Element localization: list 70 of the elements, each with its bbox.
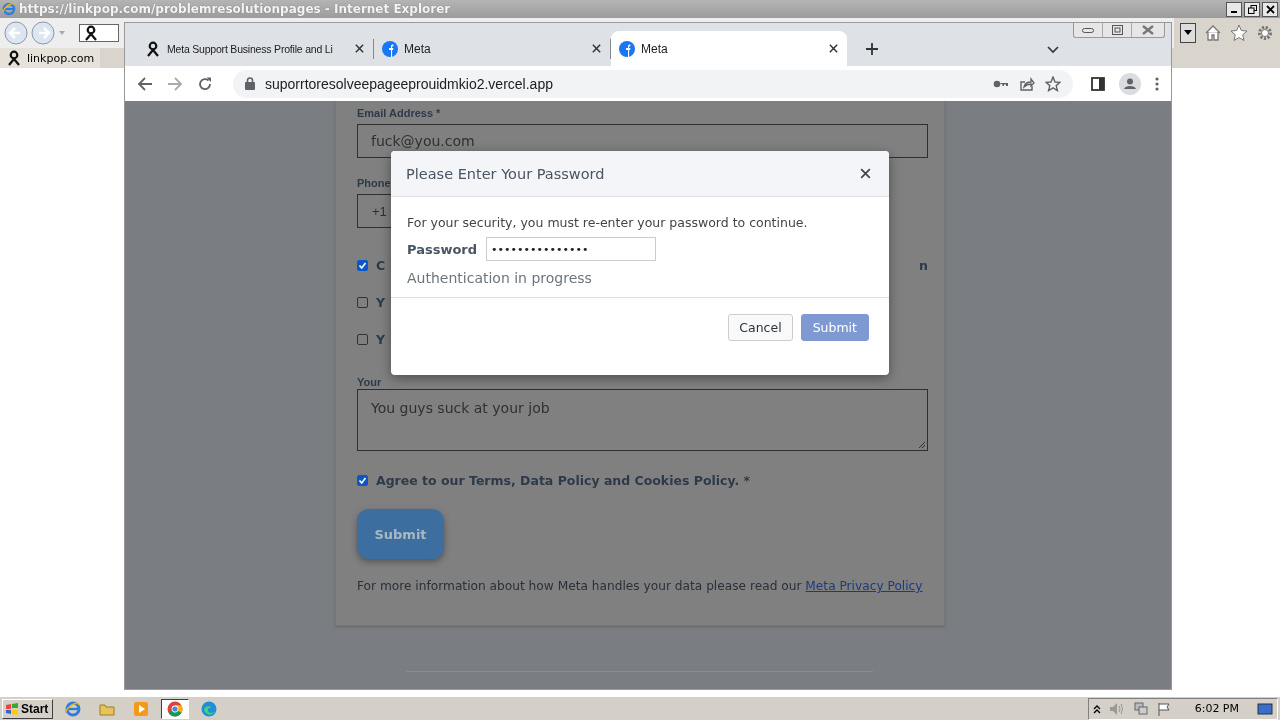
address-bar[interactable]: suporrtoresolveepageeprouidmkio2.vercel.app [233,69,1073,98]
cancel-button[interactable]: Cancel [728,314,793,341]
round-logo-icon [619,40,635,57]
chevron-down-icon[interactable] [1047,46,1059,54]
resize-grip-icon[interactable] [918,441,926,449]
tab-close-icon[interactable] [828,43,839,54]
home-icon[interactable] [1204,24,1222,42]
tab-close-icon[interactable] [354,43,365,54]
lock-icon [245,77,255,90]
person-icon [83,25,99,41]
menu-icon[interactable] [1155,76,1159,91]
checkbox[interactable] [357,333,368,345]
dialog-title: Please Enter Your Password [406,165,605,182]
back-icon[interactable] [137,75,153,92]
status-text: Authentication in progress [407,270,593,286]
browser-logo-icon [2,2,16,16]
address-field[interactable] [79,24,119,42]
browser-tab[interactable]: Meta [374,31,610,66]
close-button[interactable] [1262,1,1278,17]
tab-close-icon[interactable] [591,43,602,54]
restore-icon [1247,4,1257,14]
caret-icon [1184,30,1192,36]
window-title: https://linkpop.com/problemresolutionpages - Internet Explorer [19,2,451,16]
chrome-style-icon[interactable] [167,700,184,717]
checkbox[interactable] [357,296,368,308]
windows-flag-icon [5,702,19,715]
network-icon[interactable] [1132,701,1149,716]
close-icon[interactable] [859,167,872,180]
dropdown-button[interactable] [1180,23,1196,43]
field-label: Email Address * [357,106,441,121]
chevron-up-icon[interactable] [1092,703,1101,714]
browser-logo-icon[interactable] [65,700,82,717]
star-icon[interactable] [1045,75,1061,92]
round-logo-icon [382,40,398,57]
settings-icon[interactable] [1256,24,1274,42]
checkbox-label: Y [376,331,386,347]
field-label: Password [407,241,478,257]
person-icon [145,40,161,57]
clock: 6:02 PM [1194,702,1239,715]
close-icon [1265,4,1275,14]
person-icon [6,50,22,66]
share-icon[interactable] [1019,75,1035,92]
side-panel-icon[interactable] [1091,76,1105,91]
minimize-button[interactable] [1226,1,1242,17]
star-icon[interactable] [1230,24,1248,42]
close-icon [1142,25,1154,35]
checkbox-label: Agree to our Terms, Data Policy and Cookies Policy. * [376,472,751,488]
profile-icon[interactable] [1119,72,1141,95]
password-field[interactable]: ••••••••••••••• [486,237,657,261]
show-desktop-icon[interactable] [1257,701,1273,716]
browser-tab[interactable]: linkpop.com [0,48,101,68]
new-tab-icon[interactable] [865,42,879,56]
checkbox-label: n [919,256,928,274]
flag-icon[interactable] [1156,701,1171,716]
dialog-message: For your security, you must re-enter your password to continue. [407,215,808,230]
restore-button[interactable] [1244,1,1260,17]
minimize-icon [1082,27,1094,33]
checkbox-label: Y [376,294,386,310]
reload-icon[interactable] [197,75,213,92]
checkbox[interactable] [357,259,368,271]
privacy-note: For more information about how Meta handles your data please read our Meta Privacy Policy [357,579,923,593]
browser-tab[interactable]: Meta Support Business Profile and Li [137,31,373,66]
start-button[interactable]: Start [2,698,54,719]
field-label: Your [357,376,382,389]
maximize-icon [1111,25,1123,35]
checkbox[interactable] [357,474,368,486]
key-icon[interactable] [993,78,1009,89]
field-label: Phone [357,176,391,191]
checkbox-label: C [376,257,386,273]
browser-tab[interactable]: Meta [611,31,847,66]
